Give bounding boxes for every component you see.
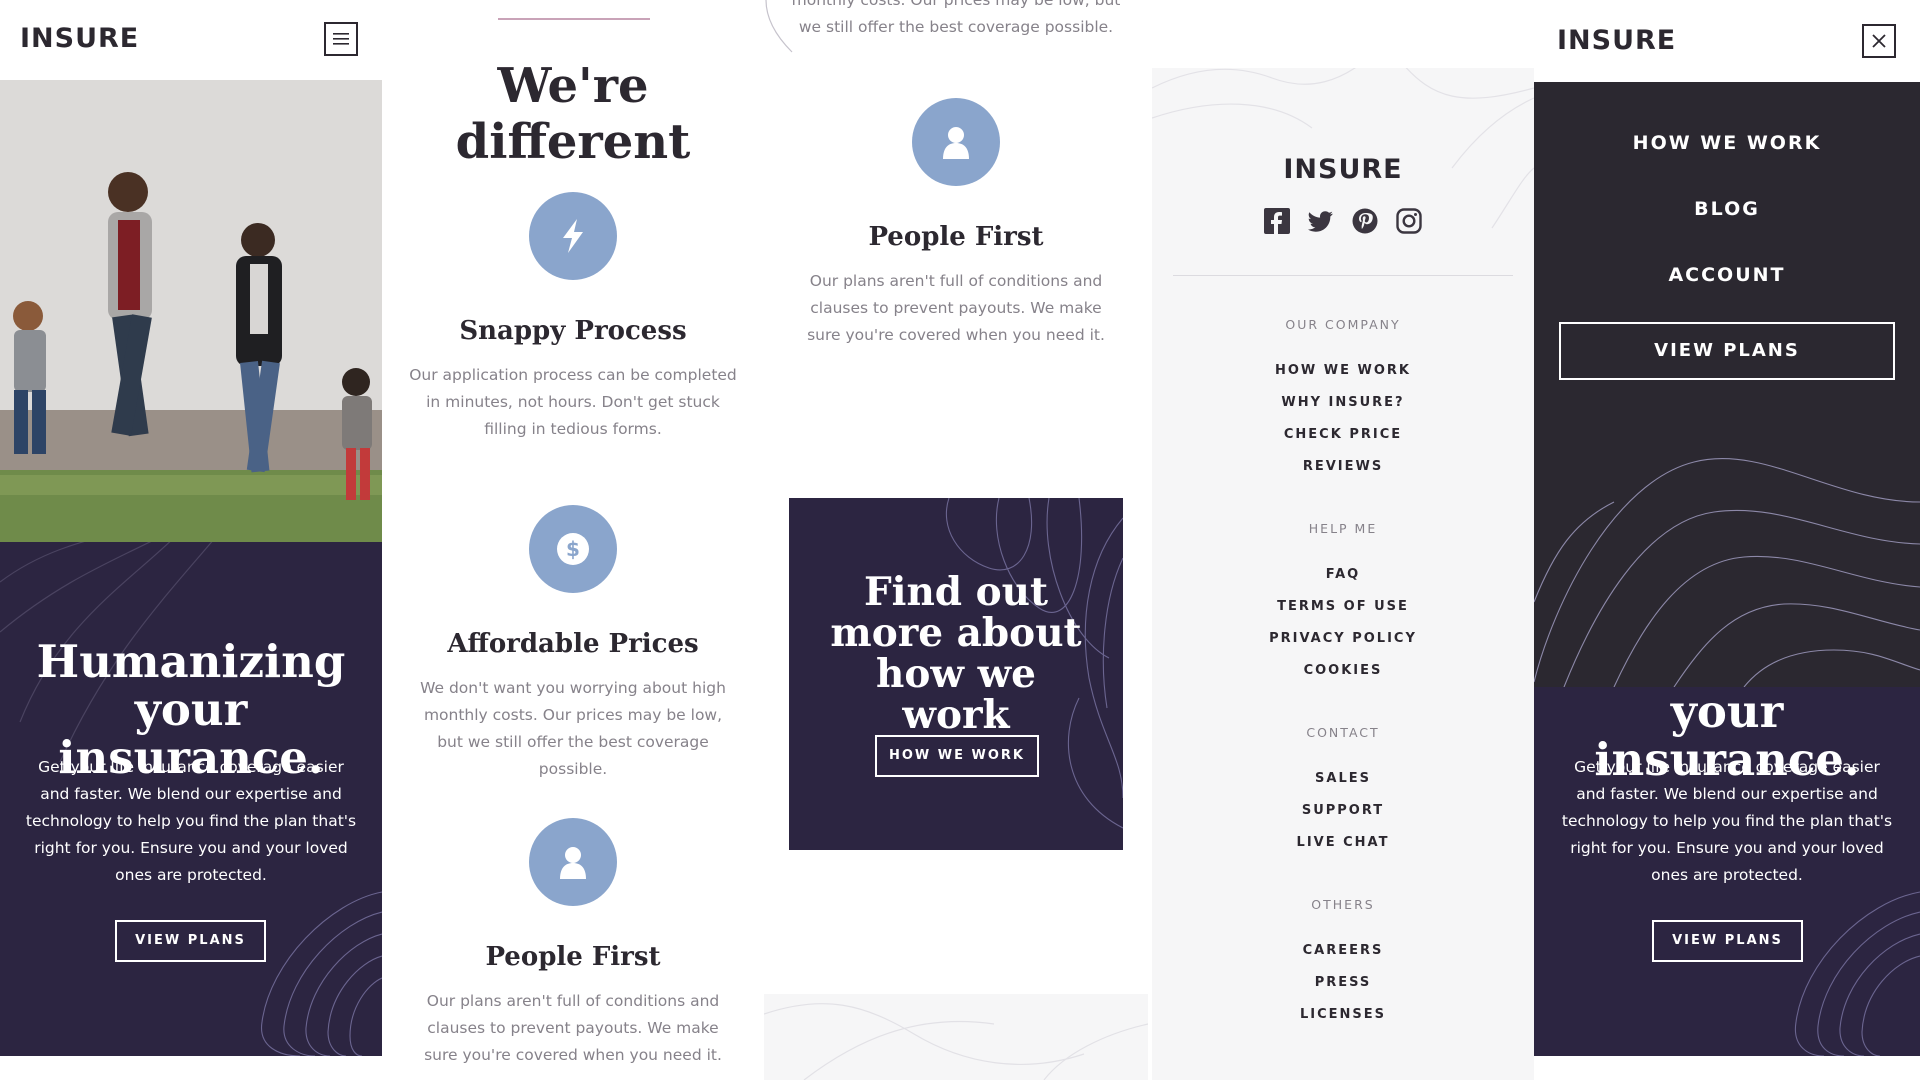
instagram-icon[interactable] bbox=[1396, 208, 1422, 238]
footer-heading: OUR COMPANY bbox=[1285, 317, 1401, 332]
pinterest-icon[interactable] bbox=[1352, 208, 1378, 238]
header: INSURE bbox=[1534, 0, 1920, 82]
feature-icon-circle bbox=[529, 818, 617, 906]
dollar-icon: $ bbox=[557, 533, 589, 565]
feature-title: People First bbox=[485, 942, 661, 972]
feature-snappy-process: Snappy Process Our application process c… bbox=[382, 192, 764, 443]
mobile-menu-overlay: HOW WE WORK BLOG ACCOUNT VIEW PLANS bbox=[1534, 82, 1920, 687]
lightning-icon bbox=[563, 219, 583, 253]
panel-mobile-menu: INSURE your insurance. Get your life ins… bbox=[1534, 0, 1920, 1080]
view-plans-button[interactable]: VIEW PLANS bbox=[115, 920, 266, 962]
feature-text: Our plans aren't full of conditions and … bbox=[807, 272, 1105, 344]
footer-link-live-chat[interactable]: LIVE CHAT bbox=[1152, 835, 1534, 867]
menu-item-blog[interactable]: BLOG bbox=[1534, 198, 1920, 220]
close-icon bbox=[1872, 34, 1886, 48]
footer-link-press[interactable]: PRESS bbox=[1152, 975, 1534, 1007]
panel-footer: INSURE OUR COMPANY HOW WE WORK WHY INSUR… bbox=[1148, 0, 1534, 1080]
partial-text-line2: we still offer the best coverage possibl… bbox=[798, 18, 1114, 36]
hero-title-line1: Humanizing bbox=[36, 635, 346, 688]
view-plans-button[interactable]: VIEW PLANS bbox=[1652, 920, 1803, 962]
footer-heading: CONTACT bbox=[1306, 725, 1380, 740]
footer-section-help-me: HELP ME FAQ TERMS OF USE PRIVACY POLICY … bbox=[1152, 521, 1534, 695]
feature-title: Affordable Prices bbox=[447, 629, 699, 659]
svg-text:$: $ bbox=[566, 537, 580, 561]
hamburger-icon bbox=[333, 33, 349, 45]
feature-title: Snappy Process bbox=[459, 316, 687, 346]
footer-section-our-company: OUR COMPANY HOW WE WORK WHY INSURE? CHEC… bbox=[1152, 317, 1534, 491]
hamburger-menu-button[interactable] bbox=[324, 22, 358, 56]
logo[interactable]: INSURE bbox=[1557, 25, 1676, 56]
footer-link-licenses[interactable]: LICENSES bbox=[1152, 1007, 1534, 1039]
features-title: We're different bbox=[455, 58, 691, 170]
footer-link-faq[interactable]: FAQ bbox=[1152, 567, 1534, 599]
title-accent-line bbox=[498, 18, 650, 20]
footer-link-why-insure[interactable]: WHY INSURE? bbox=[1152, 395, 1534, 427]
cta-box: Find out more about how we work HOW WE W… bbox=[789, 498, 1123, 850]
feature-icon-circle bbox=[912, 98, 1000, 186]
footer-heading: OTHERS bbox=[1311, 897, 1375, 912]
footer-link-cookies[interactable]: COOKIES bbox=[1152, 663, 1534, 695]
bottom-strip bbox=[0, 1056, 382, 1080]
footer-section-others: OTHERS CAREERS PRESS LICENSES bbox=[1152, 897, 1534, 1039]
feature-icon-circle: $ bbox=[529, 505, 617, 593]
feature-text: Our plans aren't full of conditions and … bbox=[424, 992, 722, 1064]
footer: INSURE OUR COMPANY HOW WE WORK WHY INSUR… bbox=[1152, 68, 1534, 1080]
footer-link-reviews[interactable]: REVIEWS bbox=[1152, 459, 1534, 491]
cta-title: Find out more about how we work bbox=[830, 569, 1082, 738]
footer-link-support[interactable]: SUPPORT bbox=[1152, 803, 1534, 835]
person-icon bbox=[560, 847, 586, 879]
footer-link-how-we-work[interactable]: HOW WE WORK bbox=[1152, 363, 1534, 395]
partial-text-line1: monthly costs. Our prices may be low, bu… bbox=[791, 0, 1121, 9]
social-icons bbox=[1152, 208, 1534, 238]
header: INSURE bbox=[0, 0, 382, 80]
footer-divider bbox=[1173, 275, 1513, 276]
footer-edge bbox=[764, 994, 1148, 1080]
how-we-work-button[interactable]: HOW WE WORK bbox=[875, 735, 1039, 777]
menu-view-plans-button[interactable]: VIEW PLANS bbox=[1559, 322, 1895, 380]
panel-features: We're different Snappy Process Our appli… bbox=[382, 0, 764, 1080]
hero-section: Humanizing your insurance. Get your life… bbox=[0, 542, 382, 1056]
panel-mobile-hero: INSURE Humanizing your insurance. Get yo… bbox=[0, 0, 382, 1080]
bottom-strip bbox=[1534, 1056, 1920, 1080]
person-icon bbox=[943, 127, 969, 159]
footer-logo[interactable]: INSURE bbox=[1152, 154, 1534, 185]
hero-text: Get your life insurance coverage easier … bbox=[25, 758, 357, 884]
logo[interactable]: INSURE bbox=[20, 23, 139, 54]
footer-heading: HELP ME bbox=[1308, 521, 1378, 536]
twitter-icon[interactable] bbox=[1307, 208, 1334, 238]
close-menu-button[interactable] bbox=[1862, 24, 1896, 58]
footer-link-terms-of-use[interactable]: TERMS OF USE bbox=[1152, 599, 1534, 631]
feature-text: We don't want you worrying about high mo… bbox=[420, 679, 726, 778]
panel-cta: monthly costs. Our prices may be low, bu… bbox=[764, 0, 1148, 1080]
wave-pattern bbox=[1534, 458, 1920, 687]
facebook-icon[interactable] bbox=[1264, 208, 1290, 238]
feature-people-first: People First Our plans aren't full of co… bbox=[382, 818, 764, 1069]
feature-affordable-prices: $ Affordable Prices We don't want you wo… bbox=[382, 505, 764, 783]
feature-text: Our application process can be completed… bbox=[409, 366, 737, 438]
footer-link-check-price[interactable]: CHECK PRICE bbox=[1152, 427, 1534, 459]
menu-item-how-we-work[interactable]: HOW WE WORK bbox=[1534, 132, 1920, 154]
footer-link-careers[interactable]: CAREERS bbox=[1152, 943, 1534, 975]
footer-link-privacy-policy[interactable]: PRIVACY POLICY bbox=[1152, 631, 1534, 663]
footer-section-contact: CONTACT SALES SUPPORT LIVE CHAT bbox=[1152, 725, 1534, 867]
hero-photo bbox=[0, 80, 382, 542]
feature-icon-circle bbox=[529, 192, 617, 280]
hero-text: Get your life insurance coverage easier … bbox=[1561, 758, 1893, 884]
partial-text: monthly costs. Our prices may be low, bu… bbox=[764, 0, 1148, 41]
footer-link-sales[interactable]: SALES bbox=[1152, 771, 1534, 803]
feature-title: People First bbox=[868, 222, 1044, 252]
feature-people-first: People First Our plans aren't full of co… bbox=[764, 98, 1148, 349]
menu-item-account[interactable]: ACCOUNT bbox=[1534, 264, 1920, 286]
